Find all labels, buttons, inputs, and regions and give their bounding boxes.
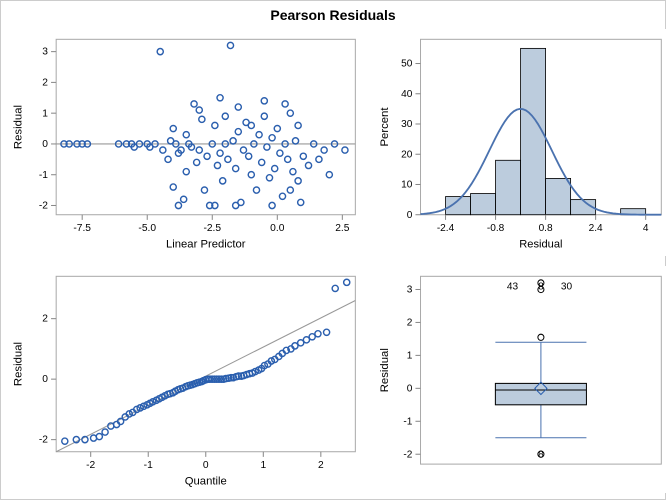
svg-text:0: 0 bbox=[203, 460, 209, 471]
scatter-residual-vs-predictor: -7.5 -5.0 -2.5 0.0 2.5 -2 -1 0 1 2 3 Linear Predict… bbox=[7, 29, 366, 256]
svg-text:2: 2 bbox=[406, 317, 412, 328]
svg-text:-5.0: -5.0 bbox=[138, 223, 156, 234]
svg-text:Percent: Percent bbox=[379, 107, 391, 147]
svg-text:20: 20 bbox=[401, 149, 413, 160]
svg-text:0: 0 bbox=[406, 210, 412, 221]
svg-text:2: 2 bbox=[318, 460, 324, 471]
svg-text:43: 43 bbox=[506, 281, 518, 292]
svg-text:-1: -1 bbox=[144, 460, 153, 471]
qq-plot: -2 -1 0 1 2 -2 0 2 Quantile Residual bbox=[7, 266, 366, 493]
svg-text:0: 0 bbox=[42, 139, 48, 150]
svg-text:Quantile: Quantile bbox=[185, 476, 227, 488]
svg-text:-0.8: -0.8 bbox=[486, 223, 504, 234]
svg-text:2.5: 2.5 bbox=[335, 223, 350, 234]
svg-text:10: 10 bbox=[401, 180, 413, 191]
svg-text:3: 3 bbox=[406, 285, 412, 296]
svg-text:-2.5: -2.5 bbox=[203, 223, 221, 234]
histogram-residuals: -2.4-0.80.82.4401020304050ResidualPercen… bbox=[376, 29, 666, 256]
svg-text:Residual: Residual bbox=[12, 105, 24, 149]
svg-text:-1: -1 bbox=[39, 170, 48, 181]
svg-text:Linear Predictor: Linear Predictor bbox=[166, 239, 246, 251]
svg-text:Residual: Residual bbox=[379, 348, 391, 392]
svg-text:-7.5: -7.5 bbox=[73, 223, 91, 234]
svg-text:-2: -2 bbox=[39, 201, 48, 212]
svg-text:8: 8 bbox=[538, 449, 544, 460]
svg-text:50: 50 bbox=[401, 59, 413, 70]
svg-text:30: 30 bbox=[561, 281, 573, 292]
svg-text:Residual: Residual bbox=[12, 342, 24, 386]
svg-text:0.8: 0.8 bbox=[538, 223, 552, 234]
svg-text:4: 4 bbox=[642, 223, 648, 234]
svg-text:2.4: 2.4 bbox=[588, 223, 602, 234]
svg-text:-2: -2 bbox=[86, 460, 95, 471]
panel-grid: -7.5 -5.0 -2.5 0.0 2.5 -2 -1 0 1 2 3 Linear Predict… bbox=[7, 29, 659, 493]
svg-text:0: 0 bbox=[406, 383, 412, 394]
svg-text:-1: -1 bbox=[403, 416, 412, 427]
svg-text:1: 1 bbox=[260, 460, 266, 471]
svg-text:-2: -2 bbox=[403, 449, 412, 460]
svg-text:3: 3 bbox=[42, 47, 48, 58]
svg-text:0: 0 bbox=[42, 374, 48, 385]
svg-text:2: 2 bbox=[42, 314, 48, 325]
svg-text:30: 30 bbox=[401, 119, 413, 130]
svg-text:Residual: Residual bbox=[519, 239, 562, 251]
svg-text:0.0: 0.0 bbox=[270, 223, 285, 234]
svg-text:2: 2 bbox=[42, 77, 48, 88]
svg-text:-2: -2 bbox=[39, 435, 48, 446]
svg-text:1: 1 bbox=[406, 350, 412, 361]
svg-text:1: 1 bbox=[42, 108, 48, 119]
svg-text:40: 40 bbox=[401, 89, 413, 100]
boxplot-residuals: 43 30 8 8 -2 -1 0 1 2 3 Residual bbox=[376, 266, 666, 493]
svg-text:8: 8 bbox=[538, 281, 544, 292]
svg-text:-2.4: -2.4 bbox=[436, 223, 454, 234]
chart-title: Pearson Residuals bbox=[1, 1, 665, 25]
